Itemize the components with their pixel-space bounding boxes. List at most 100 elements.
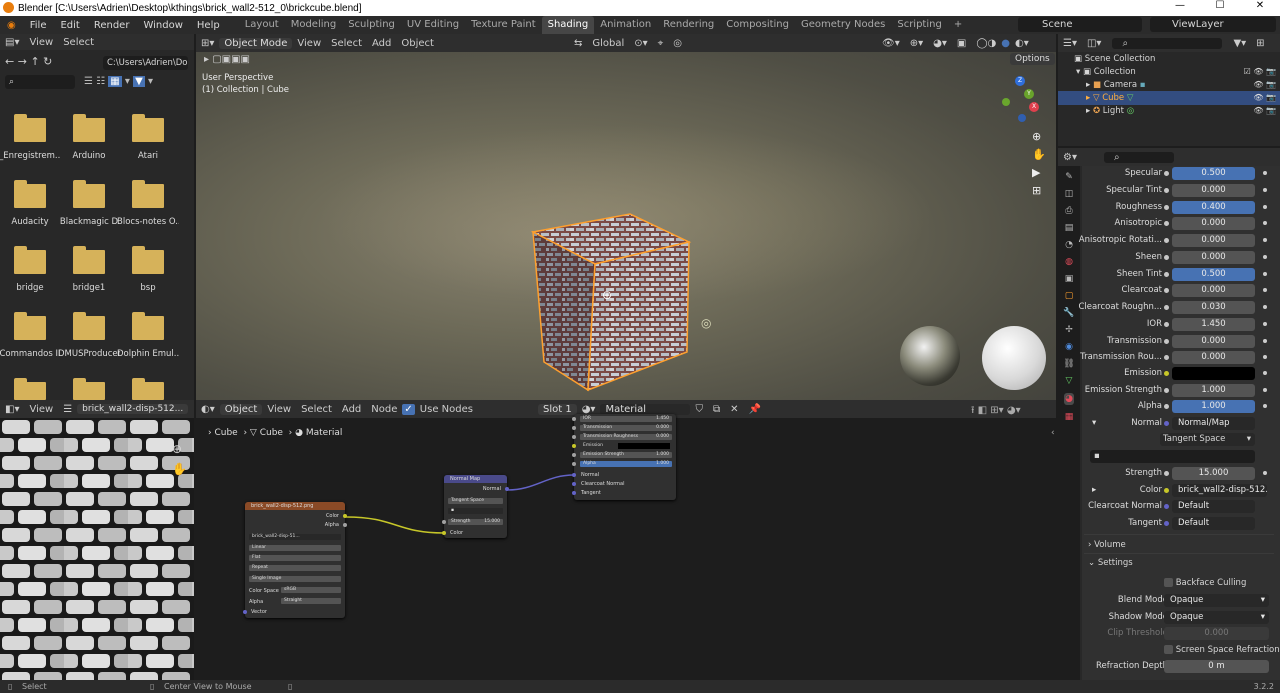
normal-link-field[interactable]: Normal/Map	[1172, 417, 1255, 430]
folder-icon[interactable]	[14, 246, 46, 274]
zoom-icon[interactable]: ⊕	[1032, 130, 1046, 143]
keyframe-dot[interactable]	[1263, 338, 1267, 343]
scene-tab-icon[interactable]: ◔	[1065, 240, 1073, 250]
tab-sculpting[interactable]: Sculpting	[342, 16, 401, 34]
node-editor-right-tools[interactable]: ⭱ ◧ ⊞▾ ◕▾	[971, 403, 1021, 420]
property-value-field[interactable]: 0.400	[1172, 200, 1255, 214]
bsdf-input-socket[interactable]	[572, 453, 576, 457]
property-value-field[interactable]: 0.000	[1172, 183, 1255, 197]
output-tab-icon[interactable]: ⎙	[1065, 206, 1072, 216]
color-space-field[interactable]: sRGB	[281, 587, 341, 593]
camera-icon[interactable]: ▶	[1032, 166, 1046, 179]
hand-icon[interactable]: ✋	[1032, 148, 1046, 161]
shading-modes[interactable]: ◯◑ ● ◐▾	[971, 38, 1033, 49]
scene-selector[interactable]: Scene	[1018, 17, 1142, 32]
folder-label[interactable]: Audacity	[0, 217, 61, 227]
gizmo-z-axis[interactable]: Z	[1015, 76, 1025, 86]
normal-input-socket[interactable]	[572, 473, 576, 477]
strength-field[interactable]: Strength 15.000	[448, 519, 503, 525]
principled-bsdf-node[interactable]: IOR 1.450 Transmission 0.000 Transmission Ro…	[572, 414, 676, 500]
editor-type-icon[interactable]: ☰▾	[1058, 38, 1082, 49]
menu-view[interactable]: View	[24, 404, 58, 415]
render-tab-icon[interactable]: ◫	[1065, 189, 1074, 199]
folder-icon[interactable]	[73, 378, 105, 400]
tab-modeling[interactable]: Modeling	[285, 16, 343, 34]
search-field[interactable]: ⌕	[5, 75, 75, 89]
vector-input-socket[interactable]	[243, 610, 247, 614]
folder-icon[interactable]	[132, 246, 164, 274]
add-workspace-button[interactable]: +	[948, 16, 968, 34]
socket-dot[interactable]	[1164, 204, 1169, 210]
tab-geometry-nodes[interactable]: Geometry Nodes	[795, 16, 891, 34]
interpolation-field[interactable]: Linear	[249, 545, 341, 551]
clearcoat-normal-socket[interactable]	[572, 482, 576, 486]
emission-strength-field[interactable]: 1.000	[1172, 384, 1255, 397]
navigation-gizmo[interactable]: Z Y X	[1002, 76, 1039, 122]
outliner-item-cube[interactable]: ▸ ▽ Cube ▽ 👁 📷	[1086, 93, 1276, 103]
menu-file[interactable]: File	[23, 20, 54, 31]
socket-dot[interactable]	[1164, 321, 1169, 327]
node-editor[interactable]: ◐▾ Object View Select Add Node ✓ Use Nod…	[196, 400, 1056, 680]
keyframe-dot[interactable]	[1263, 288, 1267, 293]
socket-dot[interactable]	[1164, 254, 1169, 260]
new-collection-icon[interactable]: ⊞	[1251, 38, 1269, 49]
color-output-socket[interactable]	[343, 514, 347, 518]
folder-label[interactable]: bridge	[0, 283, 61, 293]
alpha-field[interactable]: 1.000	[1172, 400, 1255, 413]
collection-row[interactable]: ▾ ▣ Collection ☑ 👁 📷	[1076, 67, 1276, 77]
data-tab-icon[interactable]: ▽	[1066, 376, 1073, 386]
strength-field[interactable]: 15.000	[1172, 467, 1255, 480]
expand-icon[interactable]: ▾	[1092, 418, 1096, 428]
3d-viewport[interactable]: ⊞▾ Object Mode View Select Add Object ⇆ …	[196, 34, 1056, 400]
refraction-depth-field[interactable]: 0 m	[1164, 660, 1269, 673]
tab-uv-editing[interactable]: UV Editing	[401, 16, 465, 34]
folder-label[interactable]: bsp	[117, 283, 179, 293]
folder-icon[interactable]	[132, 114, 164, 142]
bsdf-field[interactable]: Transmission Roughness 0.000	[580, 434, 672, 440]
tool-tab-icon[interactable]: ✎	[1065, 172, 1073, 182]
folder-label[interactable]: DMUSProducer	[58, 349, 120, 359]
gizmo-neg-z[interactable]	[1018, 114, 1026, 122]
gizmo-y-axis[interactable]: Y	[1024, 89, 1034, 99]
gizmo-neg-y[interactable]	[1002, 98, 1010, 106]
hand-icon[interactable]: ✋	[172, 462, 187, 476]
source-field[interactable]: Single Image	[249, 576, 341, 582]
bsdf-input-socket[interactable]	[572, 462, 576, 466]
options-button[interactable]: Options	[1010, 53, 1055, 65]
settings-panel-header[interactable]: ⌄ Settings	[1088, 558, 1133, 568]
property-value-field[interactable]: 0.000	[1172, 284, 1255, 298]
transform-orientation[interactable]: Global	[587, 38, 629, 49]
scene-collection-row[interactable]: ▣ Scene Collection	[1074, 54, 1155, 64]
menu-object[interactable]: Object	[396, 38, 439, 49]
minimize-button[interactable]: —	[1160, 0, 1200, 11]
property-value-field[interactable]: 0.500	[1172, 267, 1255, 281]
bsdf-input-socket[interactable]	[572, 426, 576, 430]
normal-map-node[interactable]: Normal Map Normal Tangent Space ▪ Streng…	[442, 475, 509, 538]
menu-help[interactable]: Help	[190, 20, 227, 31]
image-texture-node[interactable]: brick_wall2-disp-512.png Color Alpha bri…	[243, 502, 347, 618]
menu-add[interactable]: Add	[367, 38, 396, 49]
gizmo-x-axis[interactable]: X	[1029, 102, 1039, 112]
outliner-item-light[interactable]: ▸ ✪ Light ◎ 👁 📷	[1086, 106, 1276, 116]
collection-tab-icon[interactable]: ▣	[1065, 274, 1074, 284]
folder-label[interactable]: Commandos II	[0, 349, 61, 359]
texture-tab-icon[interactable]: ▦	[1065, 412, 1074, 422]
projection-field[interactable]: Flat	[249, 555, 341, 561]
properties-search[interactable]: ⌕	[1103, 151, 1174, 163]
emission-color-field[interactable]	[1172, 367, 1255, 380]
socket-dot[interactable]	[1164, 238, 1169, 243]
path-field[interactable]: C:\Users\Adrien\Docu...	[103, 56, 188, 70]
property-value-field[interactable]: 0.000	[1172, 351, 1255, 365]
material-tab-icon[interactable]: ◕	[1064, 393, 1074, 405]
socket-dot[interactable]	[1164, 187, 1169, 193]
outliner-item-camera[interactable]: ▸ ■ Camera ▪ 👁 📷	[1086, 80, 1276, 90]
menu-select[interactable]: Select	[58, 37, 99, 48]
screen-space-refraction-checkbox[interactable]	[1164, 645, 1173, 654]
folder-label[interactable]: _Enregistrem...	[0, 151, 61, 161]
tangent-field[interactable]: Default	[1172, 517, 1255, 530]
socket-dot[interactable]	[1164, 171, 1169, 176]
uv-map-field[interactable]: ▪	[448, 508, 503, 514]
property-value-field[interactable]: 0.500	[1172, 167, 1255, 180]
xray-icon[interactable]: ▣	[952, 38, 971, 49]
bsdf-field[interactable]: Transmission 0.000	[580, 425, 672, 431]
